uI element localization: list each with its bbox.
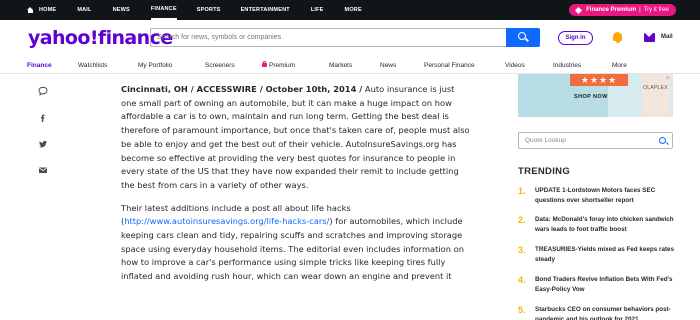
top-nav-finance[interactable]: FINANCE [150, 0, 177, 20]
subnav-industries[interactable]: Industries [553, 62, 581, 69]
email-icon[interactable] [38, 165, 48, 175]
premium-diamond-icon [575, 6, 583, 14]
subnav-premium[interactable]: Premium [262, 60, 295, 69]
mail-link[interactable]: Mail [661, 34, 673, 40]
ad-brand: OLAPLEX [643, 85, 668, 91]
subnav-personal-finance[interactable]: Personal Finance [424, 62, 475, 69]
ad-choices-icon[interactable]: ▷ [665, 75, 672, 82]
top-nav-more[interactable]: MORE [345, 0, 362, 20]
subnav-markets[interactable]: Markets [329, 62, 352, 69]
top-nav-entertainment[interactable]: ENTERTAINMENT [241, 0, 290, 20]
subnav-screeners[interactable]: Screeners [205, 62, 235, 69]
top-bar: HOME MAIL NEWS FINANCE SPORTS ENTERTAINM… [0, 0, 700, 20]
advertisement[interactable]: ★★★★ SHOP NOW OLAPLEX [518, 74, 673, 117]
top-nav-home[interactable]: HOME [27, 0, 56, 20]
article-paragraph: Their latest additions include a post al… [121, 202, 464, 282]
rating-stars: ★★★★ [570, 74, 628, 86]
subnav-videos[interactable]: Videos [505, 62, 525, 69]
article-body: Cincinnati, OH / ACCESSWIRE / October 10… [121, 74, 471, 293]
subnav-news[interactable]: News [380, 62, 396, 69]
subnav-more[interactable]: More [612, 62, 627, 69]
top-nav-sports[interactable]: SPORTS [197, 0, 221, 20]
twitter-icon[interactable] [38, 139, 48, 149]
facebook-icon[interactable] [38, 113, 48, 123]
top-nav-news[interactable]: NEWS [113, 0, 130, 20]
search-button[interactable] [506, 28, 540, 47]
article-paragraph: Cincinnati, OH / ACCESSWIRE / October 10… [121, 84, 470, 190]
search-input[interactable]: Search for news, symbols or companies [150, 28, 506, 47]
life-hacks-link[interactable]: http://www.autoinsuresavings.org/life-ha… [124, 216, 329, 226]
finance-premium-button[interactable]: Finance Premium | Try it free [569, 4, 676, 16]
top-nav-life[interactable]: LIFE [311, 0, 324, 20]
top-nav-mail[interactable]: MAIL [77, 0, 91, 20]
comment-icon[interactable] [38, 86, 48, 96]
header: yahoo!finance Search for news, symbols o… [0, 20, 700, 57]
trending-heading: TRENDING [518, 166, 571, 177]
home-icon [27, 7, 34, 13]
lock-icon [262, 60, 267, 67]
subnav-finance[interactable]: Finance [27, 62, 52, 69]
sign-in-button[interactable]: Sign in [558, 31, 593, 45]
top-nav: HOME MAIL NEWS FINANCE SPORTS ENTERTAINM… [0, 0, 362, 20]
subnav-watchlists[interactable]: Watchlists [78, 62, 107, 69]
shop-now-button[interactable]: SHOP NOW [574, 94, 608, 100]
notification-bell-icon[interactable] [612, 32, 623, 43]
finance-subnav: Finance Watchlists My Portfolio Screener… [0, 57, 700, 74]
mail-icon[interactable] [644, 33, 655, 42]
quote-lookup-input[interactable]: Quote Lookup [518, 132, 673, 149]
article-dateline: Cincinnati, OH / ACCESSWIRE / October 10… [121, 84, 363, 94]
subnav-my-portfolio[interactable]: My Portfolio [138, 62, 172, 69]
